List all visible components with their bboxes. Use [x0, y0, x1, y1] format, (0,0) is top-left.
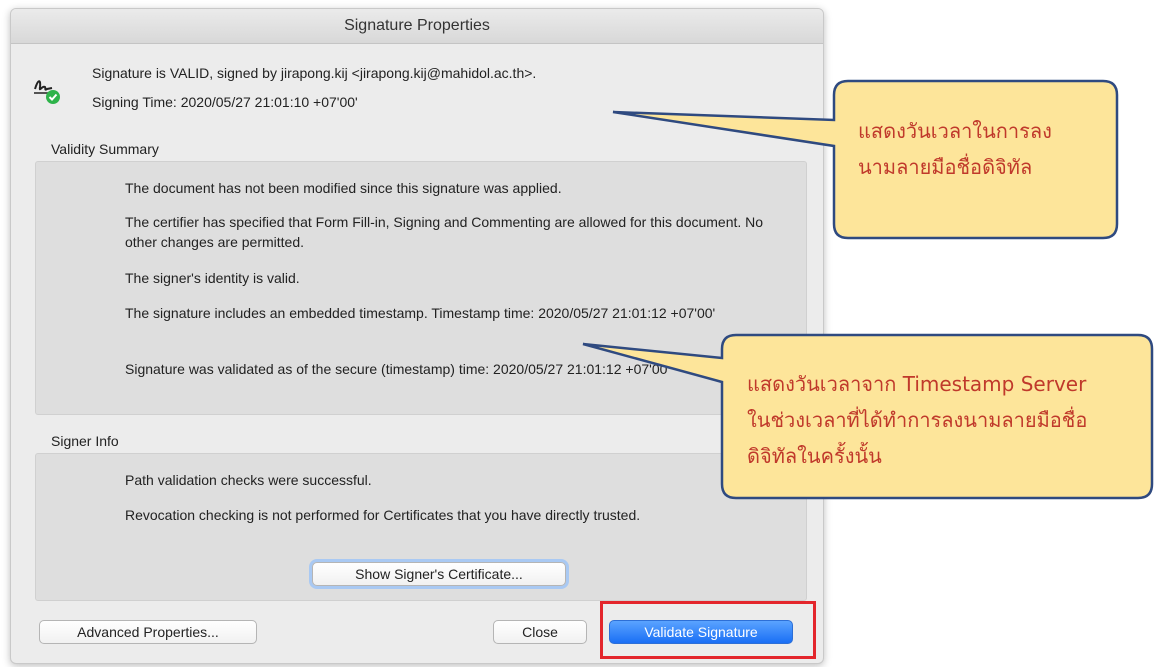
signature-properties-dialog: Signature Properties Signature is VALID,… — [10, 8, 824, 664]
callout-line: ในช่วงเวลาที่ได้ทำการลงนามลายมือชื่อ — [747, 408, 1088, 432]
show-signers-certificate-button[interactable]: Show Signer's Certificate... — [312, 562, 566, 586]
callout-line: แสดงวันเวลาในการลง — [858, 119, 1052, 143]
validity-summary-panel: The document has not been modified since… — [35, 161, 807, 415]
signer-info-label: Signer Info — [51, 433, 119, 449]
validity-line: The document has not been modified since… — [125, 180, 562, 196]
dialog-title: Signature Properties — [11, 9, 823, 44]
validity-line: The certifier has specified that Form Fi… — [125, 214, 764, 250]
validity-line: Signature was validated as of the secure… — [125, 361, 671, 377]
callout-line: ดิจิทัลในครั้งนั้น — [747, 444, 882, 468]
signer-info-line: Path validation checks were successful. — [125, 472, 372, 488]
signing-time: Signing Time: 2020/05/27 21:01:10 +07'00… — [92, 94, 358, 110]
validity-line: The signer's identity is valid. — [125, 270, 300, 286]
callout-line: นามลายมือชื่อดิจิทัล — [858, 155, 1033, 179]
close-button[interactable]: Close — [493, 620, 587, 644]
timestamp-callout-text: แสดงวันเวลาจาก Timestamp Server ในช่วงเว… — [747, 366, 1087, 474]
signing-time-callout-text: แสดงวันเวลาในการลง นามลายมือชื่อดิจิทัล — [858, 113, 1052, 185]
validate-highlight-box — [600, 601, 816, 659]
validity-line: The signature includes an embedded times… — [125, 305, 716, 321]
signer-info-panel: Path validation checks were successful. … — [35, 453, 807, 601]
signature-valid-icon — [34, 80, 60, 104]
signer-info-line: Revocation checking is not performed for… — [125, 507, 641, 523]
callout-line: แสดงวันเวลาจาก Timestamp Server — [747, 372, 1087, 396]
advanced-properties-button[interactable]: Advanced Properties... — [39, 620, 257, 644]
signature-status: Signature is VALID, signed by jirapong.k… — [92, 65, 537, 81]
validity-summary-label: Validity Summary — [51, 141, 159, 157]
